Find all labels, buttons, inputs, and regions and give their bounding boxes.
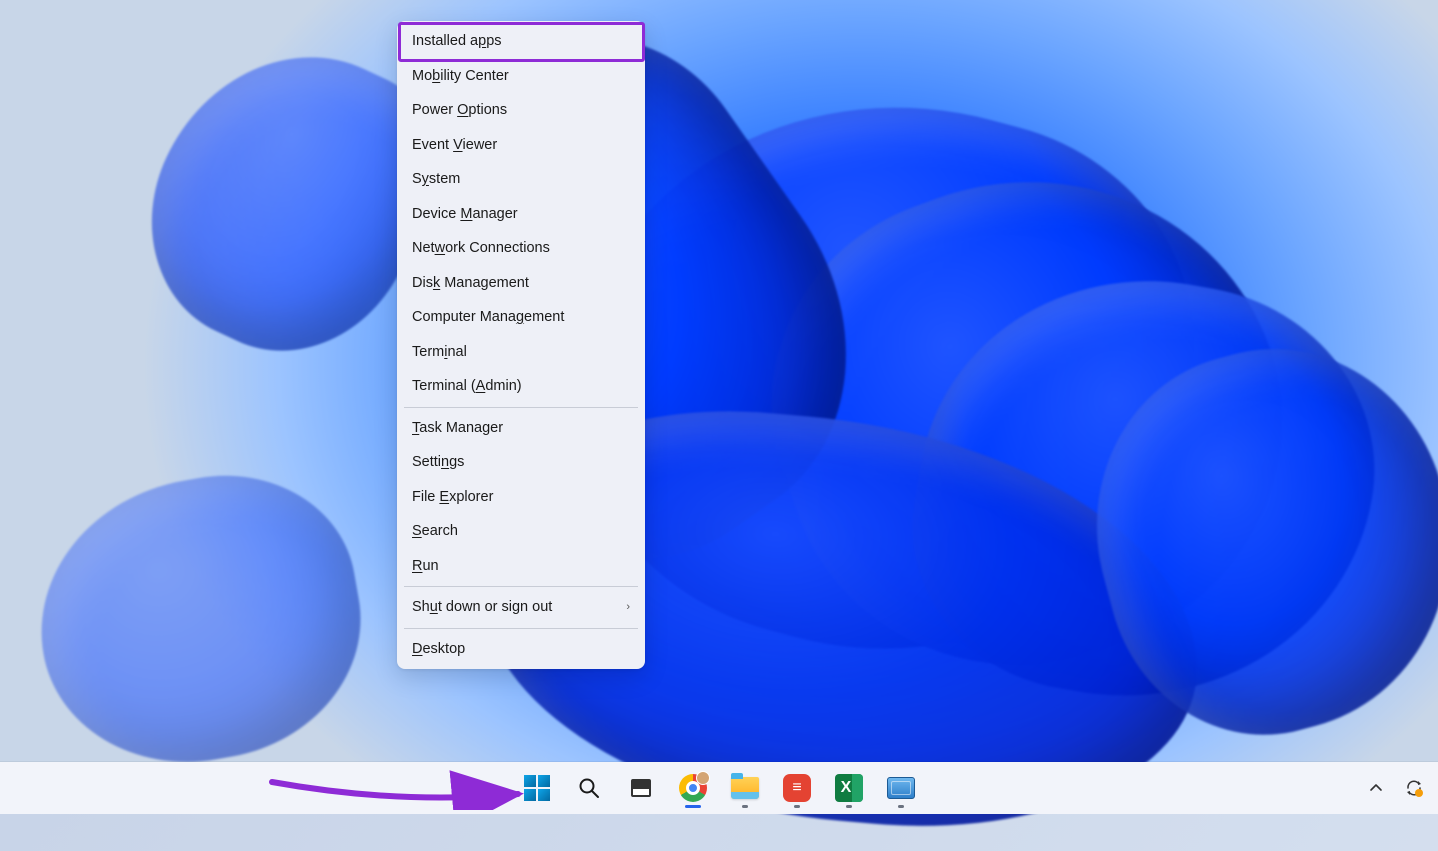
menu-item-label: System: [412, 172, 460, 187]
menu-separator: [404, 628, 638, 629]
menu-item-power-options[interactable]: Power Options: [400, 93, 642, 128]
todoist-icon: ≡: [783, 774, 811, 802]
menu-item-label: Disk Management: [412, 276, 529, 291]
chevron-right-icon: ›: [626, 602, 630, 613]
menu-item-label: Shut down or sign out: [412, 600, 552, 615]
menu-item-label: Power Options: [412, 103, 507, 118]
menu-item-file-explorer[interactable]: File Explorer: [400, 480, 642, 515]
menu-item-label: Desktop: [412, 642, 465, 657]
running-indicator: [794, 805, 800, 808]
menu-item-desktop[interactable]: Desktop: [400, 632, 642, 667]
desktop-wallpaper: [0, 0, 1438, 814]
running-indicator: [742, 805, 748, 808]
wallpaper-bloom: [18, 454, 382, 785]
search-icon: [578, 777, 600, 799]
taskbar-center-group: ≡X: [515, 766, 923, 810]
chrome-app[interactable]: [671, 766, 715, 810]
menu-item-label: Network Connections: [412, 241, 550, 256]
menu-item-system[interactable]: System: [400, 162, 642, 197]
menu-item-label: Terminal (Admin): [412, 379, 522, 394]
menu-item-event-viewer[interactable]: Event Viewer: [400, 128, 642, 163]
file-explorer-app[interactable]: [723, 766, 767, 810]
menu-item-label: Event Viewer: [412, 138, 497, 153]
menu-item-label: Task Manager: [412, 421, 503, 436]
winx-power-user-menu[interactable]: Installed apps Mobility Center Power Optio…: [397, 21, 645, 669]
onedrive-sync-icon[interactable]: [1400, 771, 1428, 805]
task-view-button[interactable]: [619, 766, 663, 810]
menu-item-label: File Explorer: [412, 490, 493, 505]
menu-item-label: Settings: [412, 455, 464, 470]
todoist-app[interactable]: ≡: [775, 766, 819, 810]
tray-overflow-button[interactable]: [1362, 771, 1390, 805]
menu-separator: [404, 586, 638, 587]
menu-item-task-manager[interactable]: Task Manager: [400, 411, 642, 446]
menu-item-label: Mobility Center: [412, 69, 509, 84]
menu-separator: [404, 407, 638, 408]
menu-item-shut-down-or-sign-out[interactable]: Shut down or sign out ›: [400, 590, 642, 625]
menu-item-device-manager[interactable]: Device Manager: [400, 197, 642, 232]
menu-item-installed-apps[interactable]: Installed apps: [400, 24, 642, 59]
menu-item-disk-management[interactable]: Disk Management: [400, 266, 642, 301]
autohotkey-app[interactable]: [879, 766, 923, 810]
windows-start-icon: [524, 775, 550, 801]
menu-item-terminal-admin[interactable]: Terminal (Admin): [400, 369, 642, 404]
menu-item-label: Search: [412, 524, 458, 539]
running-indicator: [898, 805, 904, 808]
window-app-icon: [887, 777, 915, 799]
active-indicator: [685, 805, 701, 808]
menu-item-label: Terminal: [412, 345, 467, 360]
menu-item-label: Run: [412, 559, 439, 574]
menu-item-mobility-center[interactable]: Mobility Center: [400, 59, 642, 94]
menu-item-terminal[interactable]: Terminal: [400, 335, 642, 370]
excel-icon: X: [835, 774, 863, 802]
menu-item-network-connections[interactable]: Network Connections: [400, 231, 642, 266]
taskbar-system-tray: [1362, 771, 1428, 805]
menu-item-settings[interactable]: Settings: [400, 445, 642, 480]
menu-item-label: Computer Management: [412, 310, 564, 325]
menu-item-computer-management[interactable]: Computer Management: [400, 300, 642, 335]
running-indicator: [846, 805, 852, 808]
menu-item-label: Device Manager: [412, 207, 518, 222]
menu-item-search[interactable]: Search: [400, 514, 642, 549]
start-button[interactable]: [515, 766, 559, 810]
excel-app[interactable]: X: [827, 766, 871, 810]
chrome-icon: [679, 774, 707, 802]
task-view-icon: [631, 779, 651, 797]
taskbar: ≡X: [0, 762, 1438, 814]
search-button[interactable]: [567, 766, 611, 810]
menu-item-label: Installed apps: [412, 34, 502, 49]
file-explorer-icon: [731, 777, 759, 799]
menu-item-run[interactable]: Run: [400, 549, 642, 584]
